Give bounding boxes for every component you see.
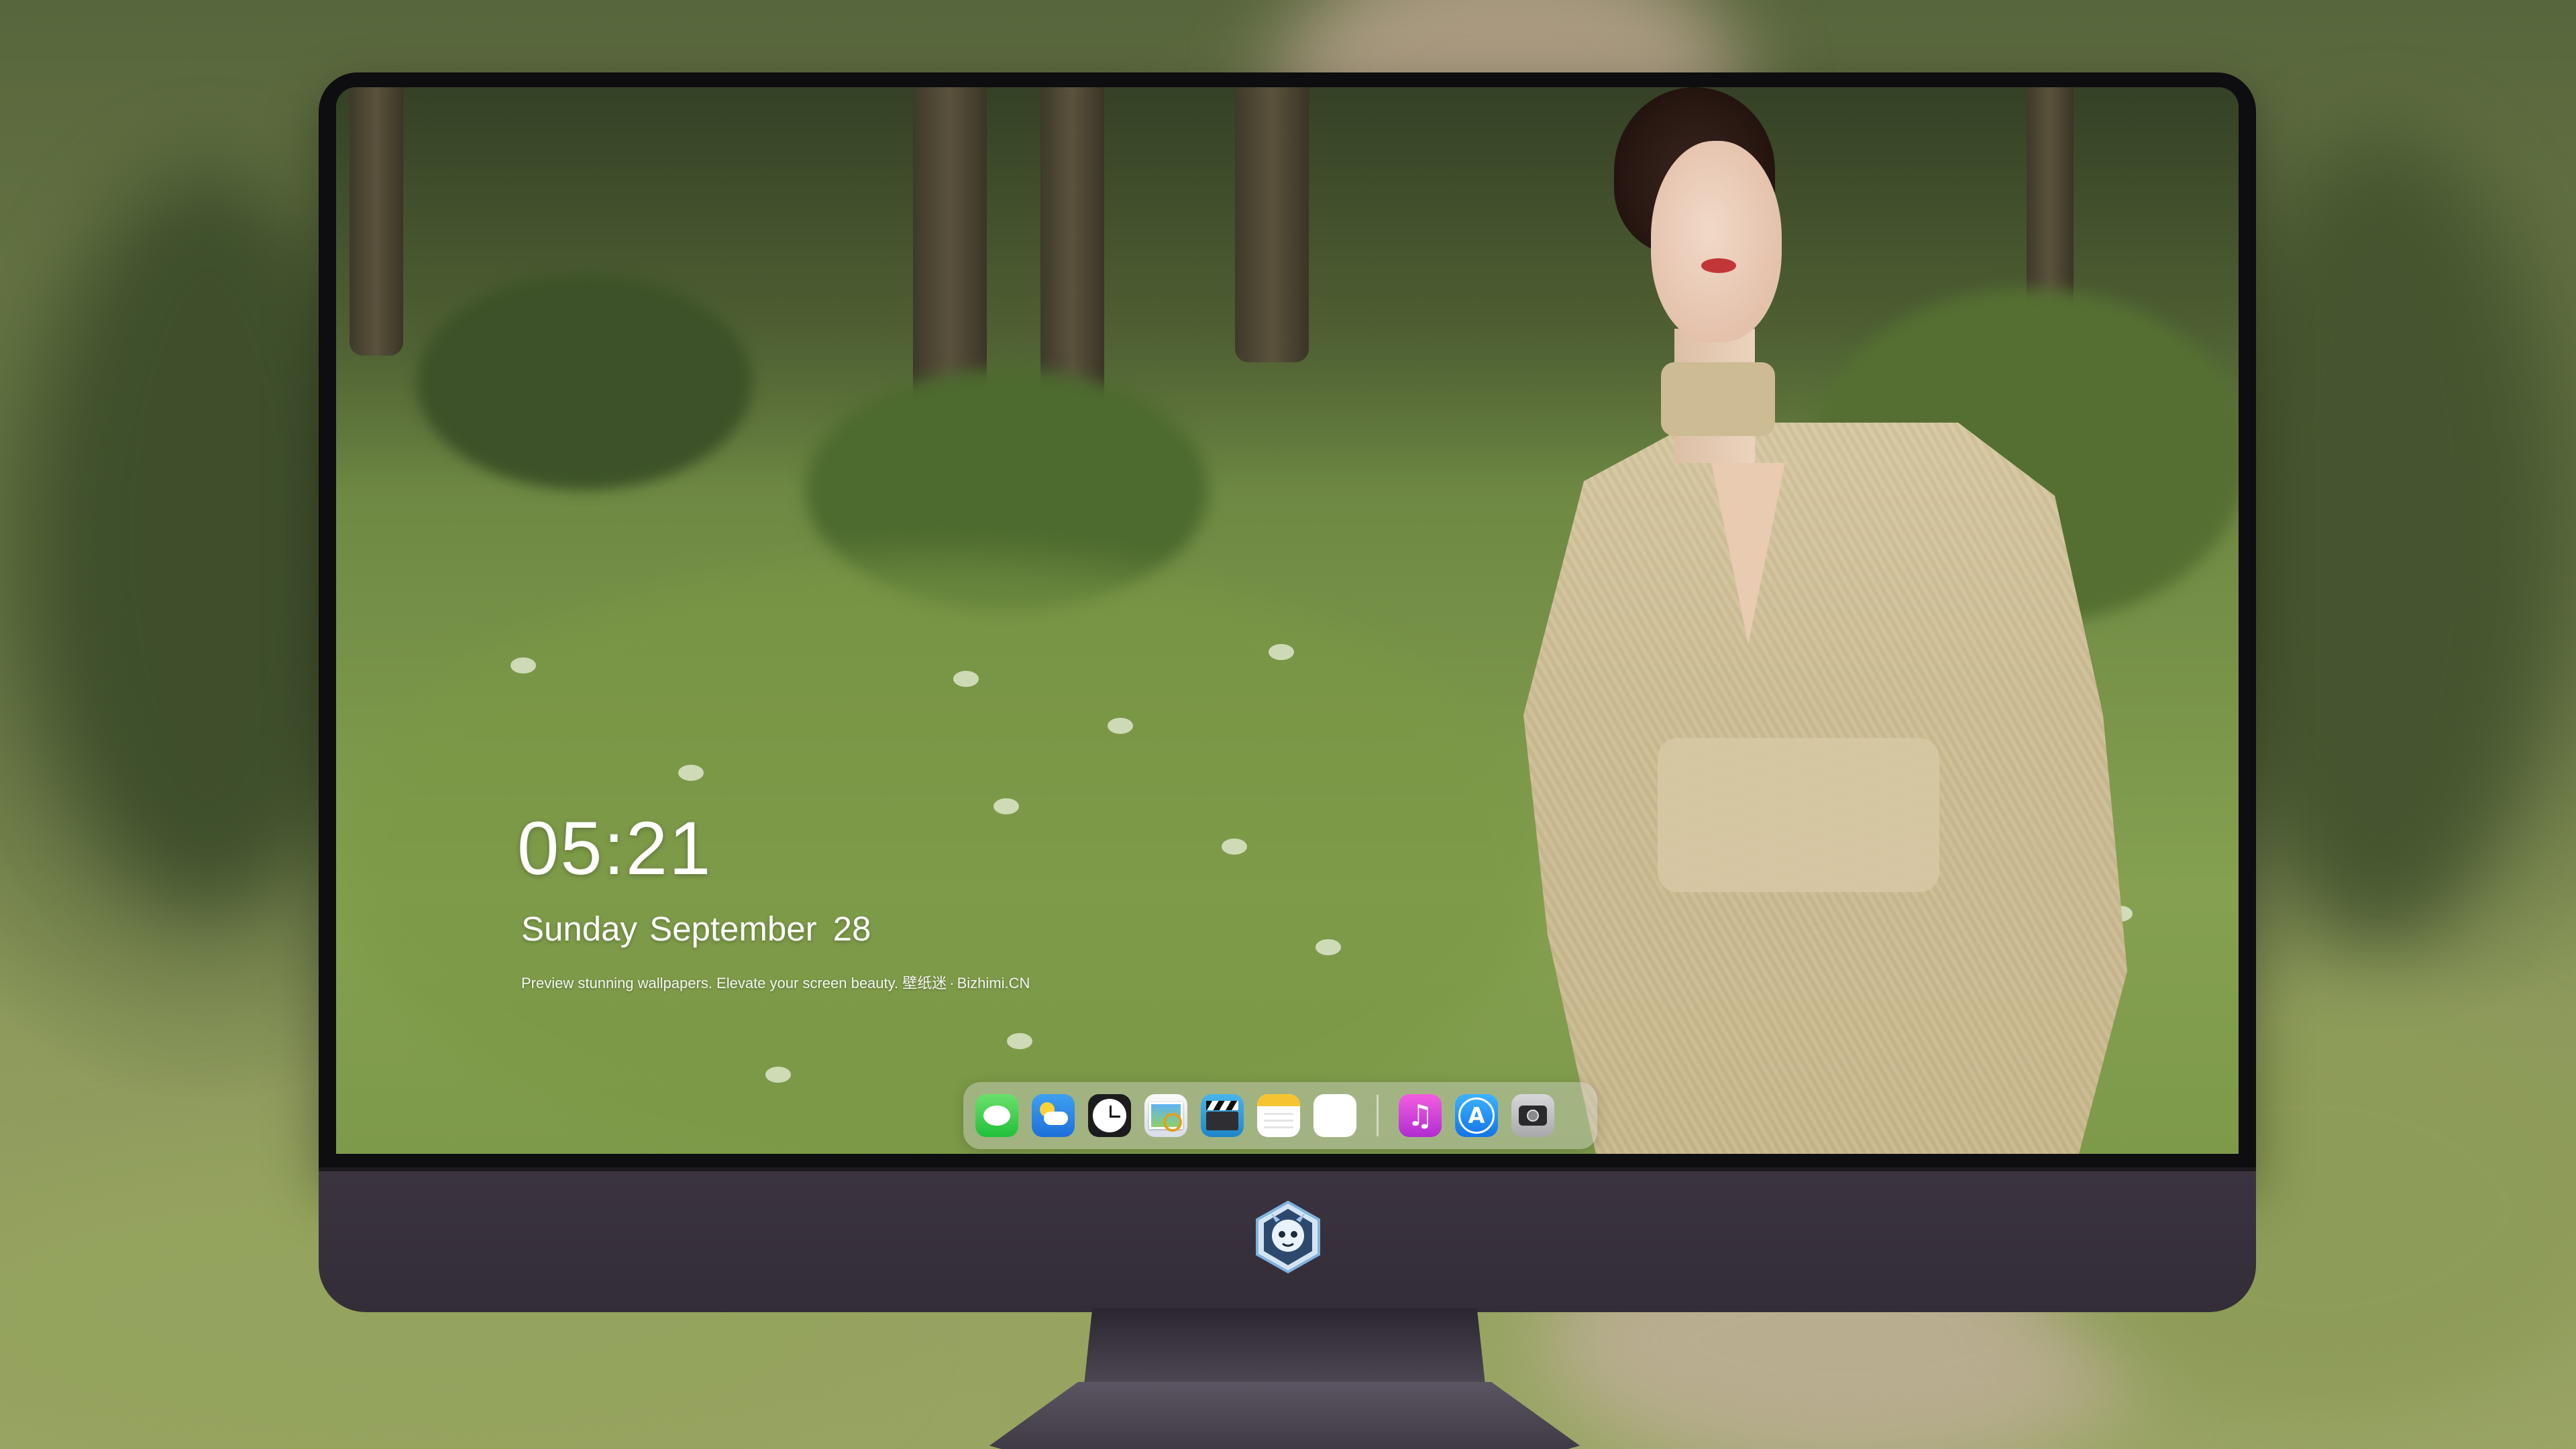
tagline-brand-en: Bizhimi.CN — [957, 975, 1030, 991]
clapperboard-icon[interactable] — [1201, 1094, 1244, 1137]
dragon-mascot-logo — [1250, 1199, 1326, 1275]
lock-screen-date: Sunday September 28 — [521, 909, 871, 949]
preview-icon[interactable] — [1144, 1094, 1187, 1137]
notes-icon[interactable] — [1257, 1094, 1300, 1137]
music-icon[interactable]: ♫ — [1399, 1094, 1442, 1137]
photos-grid-icon[interactable] — [1313, 1094, 1356, 1137]
app-dock: ♫ A — [963, 1082, 1597, 1149]
lock-screen-time: 05:21 — [517, 806, 712, 890]
tagline-separator: · — [949, 975, 955, 991]
date-text: Sunday September — [521, 910, 817, 948]
tagline-text: Preview stunning wallpapers. Elevate you… — [521, 975, 899, 991]
tagline-brand-cn: 壁纸迷 — [902, 975, 947, 991]
app-store-icon[interactable]: A — [1455, 1094, 1498, 1137]
wallpaper-tagline: Preview stunning wallpapers. Elevate you… — [521, 971, 1030, 993]
clock-icon[interactable] — [1088, 1094, 1131, 1137]
messages-icon[interactable] — [975, 1094, 1018, 1137]
wallpaper-person — [1497, 87, 2161, 1154]
weather-icon[interactable] — [1032, 1094, 1075, 1137]
date-day: 28 — [833, 910, 871, 948]
monitor-stand-base — [989, 1382, 1580, 1449]
wallpaper — [336, 87, 2239, 1154]
camera-icon[interactable] — [1511, 1094, 1554, 1137]
dock-divider — [1377, 1095, 1379, 1136]
desktop-screen: 05:21 Sunday September 28 Preview stunnin… — [336, 87, 2239, 1154]
